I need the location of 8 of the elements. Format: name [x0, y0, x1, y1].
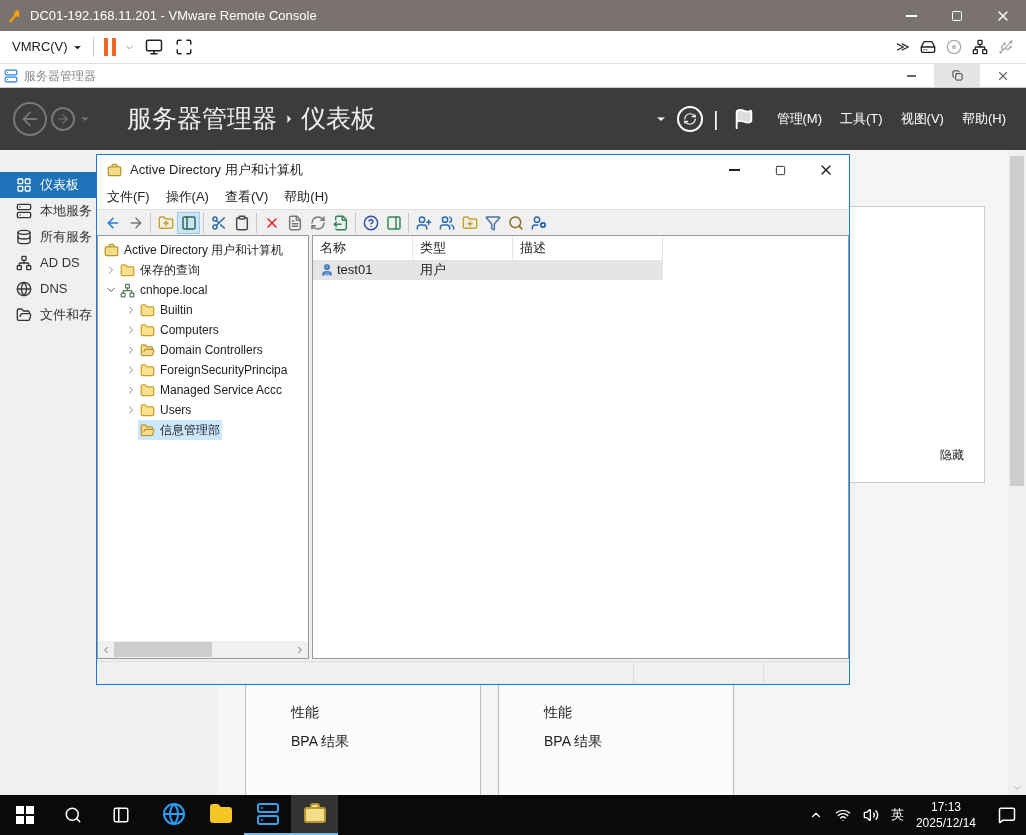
window-title: 服务器管理器 — [24, 67, 96, 85]
window-title: DC01-192.168.11.201 - VMware Remote Console — [30, 6, 317, 25]
table-cell-text: test01 — [337, 261, 373, 280]
breadcrumb: 服务器管理器 — [127, 103, 277, 135]
table-cell-text: 用户 — [419, 261, 447, 280]
window-title: Active Directory 用户和计算机 — [130, 161, 303, 180]
divider-text: | — [713, 107, 719, 132]
page-title: 仪表板 — [301, 103, 376, 135]
